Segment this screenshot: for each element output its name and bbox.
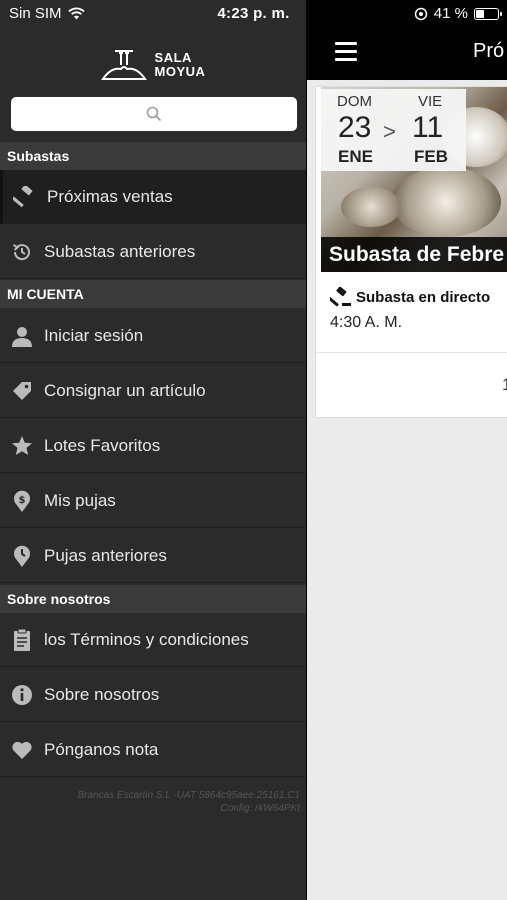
menu-item-label: Subastas anteriores <box>44 241 196 261</box>
search-input[interactable] <box>11 97 297 131</box>
brand-line-1: SALA <box>154 50 192 65</box>
battery-percent: 41 % <box>433 5 468 22</box>
date-separator: > <box>383 119 396 144</box>
menu-item-iniciar-sesion[interactable]: Iniciar sesión <box>0 309 306 363</box>
build-info-line-1: Brancas Escartin S.L -UAT 5864c95aee.251… <box>77 790 300 801</box>
menu-item-label: Iniciar sesión <box>44 325 144 345</box>
menu-icon[interactable] <box>335 42 357 66</box>
section-subastas: Subastas <box>0 142 306 170</box>
brand-name: SALA MOYUA <box>155 51 206 79</box>
gavel-icon <box>330 287 351 307</box>
history-icon <box>0 241 44 263</box>
brand-logo: SALA MOYUA <box>0 40 306 90</box>
menu-item-label: Lotes Favoritos <box>44 435 161 455</box>
orientation-lock-icon <box>414 7 428 20</box>
menu-item-consignar[interactable]: Consignar un artículo <box>0 364 306 418</box>
main-content: Pró DOM 23 ENE > VIE 11 FEB Subasta de F… <box>306 0 507 900</box>
star-icon <box>0 435 44 457</box>
end-day: 11 <box>412 111 444 144</box>
start-weekday: DOM <box>337 93 372 110</box>
auction-time: 4:30 A. M. <box>330 314 403 331</box>
battery-icon <box>474 7 502 20</box>
menu-item-label: Pónganos nota <box>44 739 159 759</box>
status-right: 41 % <box>414 5 502 22</box>
section-mi-cuenta: MI CUENTA <box>0 280 306 308</box>
menu-item-sobre-nosotros[interactable]: Sobre nosotros <box>0 668 306 722</box>
menu-item-label: Mis pujas <box>44 490 116 510</box>
tag-icon <box>0 380 44 402</box>
start-day: 23 <box>338 111 372 144</box>
menu-item-label: Pujas anteriores <box>44 545 167 565</box>
menu-item-proximas-ventas[interactable]: Próximas ventas <box>0 170 306 224</box>
build-info: Brancas Escartin S.L -UAT 5864c95aee.251… <box>77 789 300 815</box>
brand-line-2: MOYUA <box>154 64 206 79</box>
pin-icon <box>0 544 44 568</box>
heart-icon <box>0 740 44 760</box>
sala-moyua-logo-icon <box>100 50 147 80</box>
menu-item-pujas-anteriores[interactable]: Pujas anteriores <box>0 529 306 583</box>
page-title: Pró <box>473 40 505 62</box>
menu-item-label: los Términos y condiciones <box>44 629 249 649</box>
menu-item-lotes-favoritos[interactable]: Lotes Favoritos <box>0 419 306 473</box>
menu-item-label: Sobre nosotros <box>44 684 160 704</box>
start-month: ENE <box>338 147 373 166</box>
bid-icon: $ <box>0 489 44 513</box>
menu-item-terminos[interactable]: los Términos y condiciones <box>0 613 306 667</box>
info-icon <box>0 684 44 706</box>
menu-item-subastas-anteriores[interactable]: Subastas anteriores <box>0 225 306 279</box>
date-range: DOM 23 ENE > VIE 11 FEB <box>321 89 466 171</box>
lot-count: 1 <box>502 375 507 394</box>
menu-item-label: Próximas ventas <box>47 186 173 206</box>
side-drawer: SALA MOYUA Subastas Próximas ventas Suba <box>0 0 306 900</box>
auction-card[interactable]: DOM 23 ENE > VIE 11 FEB Subasta de Febre… <box>315 86 507 418</box>
section-sobre-nosotros: Sobre nosotros <box>0 585 306 613</box>
menu-item-label: Consignar un artículo <box>44 380 206 400</box>
svg-text:$: $ <box>19 495 26 506</box>
auction-title: Subasta de Febre <box>321 237 507 272</box>
status-bar: Sin SIM 4:23 p. m. 41 % <box>0 0 507 28</box>
build-info-line-2: Config: rkW64PKt <box>220 803 300 814</box>
end-weekday: VIE <box>418 93 443 110</box>
search-icon <box>146 106 162 122</box>
end-month: FEB <box>414 147 448 166</box>
gavel-icon <box>3 185 47 208</box>
document-icon <box>0 628 44 652</box>
menu-item-ponganos-nota[interactable]: Pónganos nota <box>0 723 306 777</box>
user-icon <box>0 325 44 347</box>
card-divider <box>316 352 507 353</box>
auction-type: Subasta en directo <box>330 287 490 307</box>
auction-type-label: Subasta en directo <box>356 288 491 306</box>
menu-item-mis-pujas[interactable]: $ Mis pujas <box>0 474 306 528</box>
